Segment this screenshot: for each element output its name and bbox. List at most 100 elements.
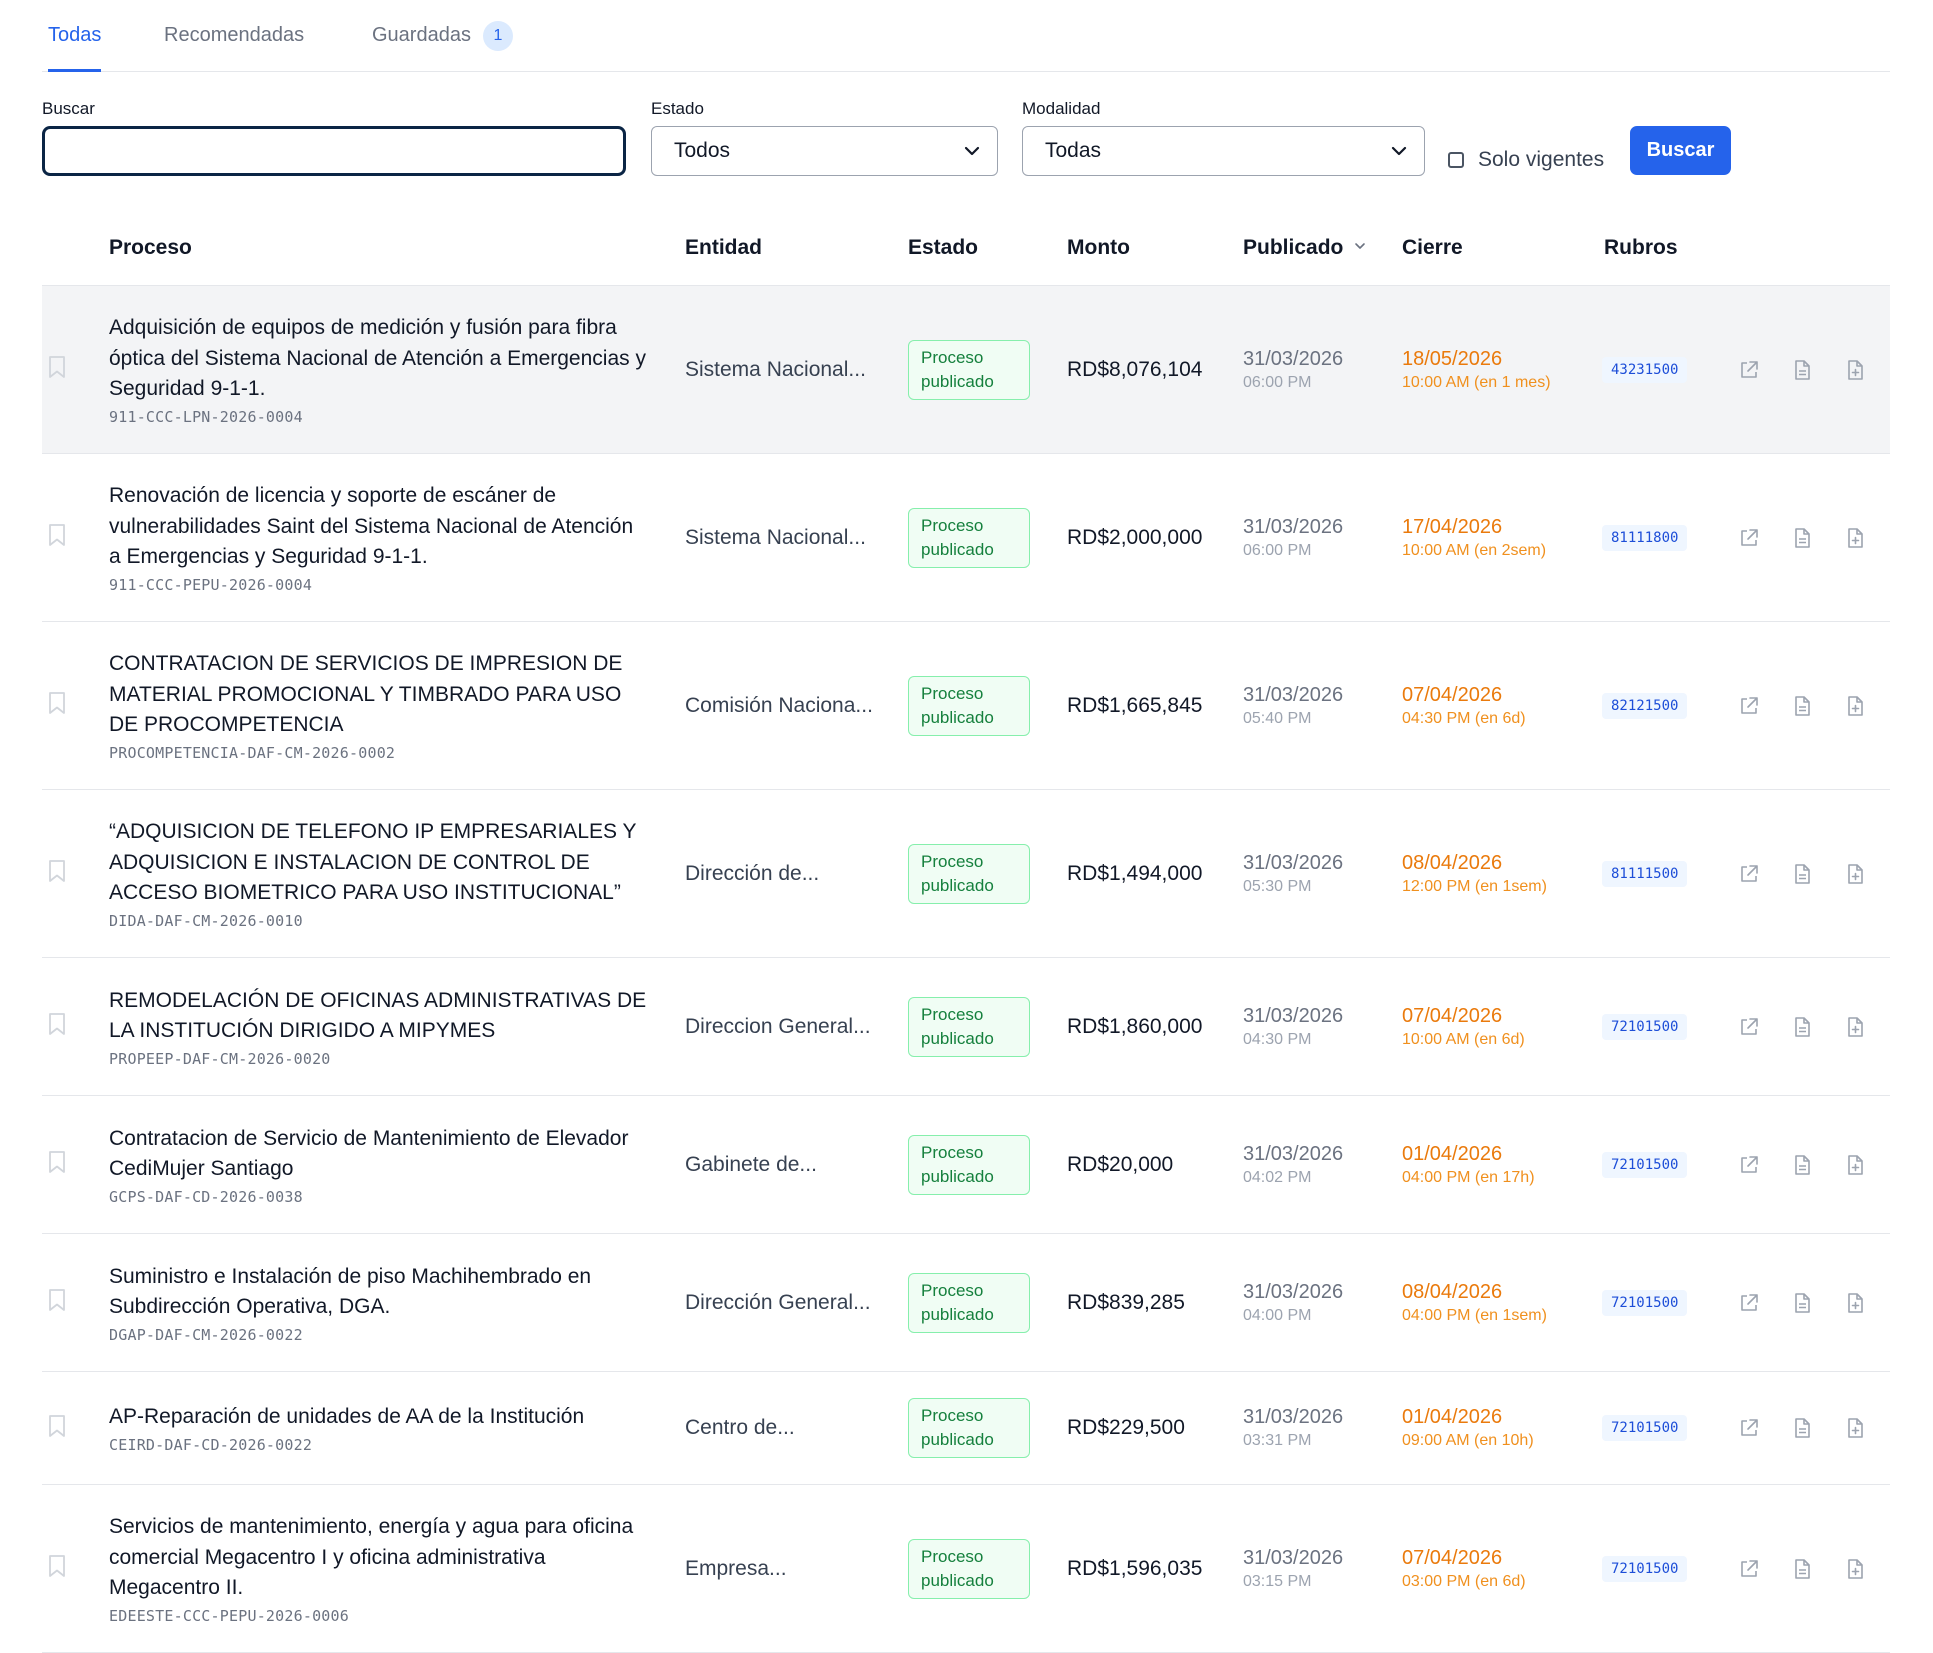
rubros-cell: 43231500 [1602, 286, 1712, 453]
proceso-cell: REMODELACIÓN DE OFICINAS ADMINISTRATIVAS… [109, 958, 649, 1095]
rubro-code-chip[interactable]: 72101500 [1602, 1415, 1688, 1441]
document-add-icon[interactable] [1844, 1015, 1866, 1039]
rubro-code-chip[interactable]: 81111800 [1602, 524, 1688, 551]
table-row[interactable]: AP-Reparación de unidades de AA de la In… [42, 1372, 1890, 1485]
column-header-cierre[interactable]: Cierre [1402, 236, 1463, 260]
table-row[interactable]: “ADQUISICION DE TELEFONO IP EMPRESARIALE… [42, 790, 1890, 958]
bookmark-button[interactable] [46, 286, 76, 453]
closing-date: 07/04/2026 [1402, 1546, 1503, 1569]
published-cell: 31/03/2026 05:30 PM [1243, 790, 1393, 957]
column-header-proceso[interactable]: Proceso [109, 236, 192, 260]
process-title[interactable]: Adquisición de equipos de medición y fus… [109, 313, 649, 405]
rubro-code-chip[interactable]: 82121500 [1602, 692, 1688, 719]
published-time: 04:30 PM [1243, 1030, 1312, 1048]
estado-select-value: Todos [674, 139, 731, 162]
document-icon[interactable] [1791, 1416, 1813, 1440]
document-icon[interactable] [1791, 526, 1813, 550]
document-add-icon[interactable] [1844, 1153, 1866, 1177]
page: Todas Recomendadas Guardadas 1 Buscar Es… [0, 0, 1933, 1653]
external-link-icon[interactable] [1738, 1015, 1760, 1039]
rubro-code-chip[interactable]: 72101500 [1602, 1151, 1688, 1178]
external-link-icon[interactable] [1738, 358, 1760, 382]
external-link-icon[interactable] [1738, 862, 1760, 886]
process-title[interactable]: Contratacion de Servicio de Mantenimient… [109, 1124, 649, 1185]
table-row[interactable]: REMODELACIÓN DE OFICINAS ADMINISTRATIVAS… [42, 958, 1890, 1096]
document-add-icon[interactable] [1844, 526, 1866, 550]
bookmark-button[interactable] [46, 1096, 76, 1233]
table-row[interactable]: Renovación de licencia y soporte de escá… [42, 454, 1890, 622]
tab-guardadas[interactable]: Guardadas 1 [372, 0, 513, 71]
document-add-icon[interactable] [1844, 1557, 1866, 1581]
amount: RD$839,285 [1067, 1290, 1185, 1314]
document-icon[interactable] [1791, 694, 1813, 718]
bookmark-button[interactable] [46, 958, 76, 1095]
document-add-icon[interactable] [1844, 358, 1866, 382]
status-badge: Proceso publicado [908, 339, 1030, 400]
external-link-icon[interactable] [1738, 1153, 1760, 1177]
buscar-button[interactable]: Buscar [1630, 126, 1731, 175]
search-input[interactable] [42, 126, 626, 176]
closing-date: 01/04/2026 [1402, 1406, 1503, 1428]
document-icon[interactable] [1791, 862, 1813, 886]
tab-todas[interactable]: Todas [48, 0, 102, 72]
bookmark-button[interactable] [46, 790, 76, 957]
column-header-entidad[interactable]: Entidad [685, 236, 762, 260]
table-row[interactable]: CONTRATACION DE SERVICIOS DE IMPRESION D… [42, 622, 1890, 790]
solo-vigentes-toggle[interactable]: Solo vigentes [1448, 148, 1604, 172]
rubro-code-chip[interactable]: 72101500 [1602, 1555, 1688, 1582]
external-link-icon[interactable] [1738, 1416, 1760, 1440]
document-icon[interactable] [1791, 1153, 1813, 1177]
entity-name: Direccion General... [685, 1014, 871, 1038]
estado-cell: Proceso publicado [908, 958, 1034, 1095]
bookmark-button[interactable] [46, 622, 76, 789]
external-link-icon[interactable] [1738, 1291, 1760, 1315]
column-header-monto[interactable]: Monto [1067, 236, 1130, 260]
process-title[interactable]: AP-Reparación de unidades de AA de la In… [109, 1402, 649, 1433]
rubros-cell: 82121500 [1602, 622, 1712, 789]
bookmark-button[interactable] [46, 1234, 76, 1371]
row-actions [1740, 286, 1892, 453]
table-row[interactable]: Suministro e Instalación de piso Machihe… [42, 1234, 1890, 1372]
rubro-code-chip[interactable]: 43231500 [1602, 356, 1688, 383]
solo-vigentes-checkbox[interactable] [1448, 152, 1464, 168]
document-add-icon[interactable] [1844, 1416, 1866, 1440]
bookmark-button[interactable] [46, 1485, 76, 1652]
rubro-code-chip[interactable]: 72101500 [1602, 1013, 1688, 1040]
tab-recomendadas[interactable]: Recomendadas [164, 0, 304, 71]
external-link-icon[interactable] [1738, 1557, 1760, 1581]
document-add-icon[interactable] [1844, 1291, 1866, 1315]
bookmark-button[interactable] [46, 1372, 76, 1484]
closing-time: 03:00 PM (en 6d) [1402, 1572, 1526, 1590]
column-header-rubros[interactable]: Rubros [1604, 236, 1678, 260]
document-add-icon[interactable] [1844, 862, 1866, 886]
process-title[interactable]: “ADQUISICION DE TELEFONO IP EMPRESARIALE… [109, 817, 649, 909]
estado-select[interactable]: Todos [651, 126, 998, 176]
table-row[interactable]: Servicios de mantenimiento, energía y ag… [42, 1485, 1890, 1653]
bookmark-button[interactable] [46, 454, 76, 621]
rubro-code-chip[interactable]: 81111500 [1602, 860, 1688, 887]
published-cell: 31/03/2026 06:00 PM [1243, 454, 1393, 621]
closing-time: 09:00 AM (en 10h) [1402, 1432, 1534, 1449]
document-icon[interactable] [1791, 1557, 1813, 1581]
external-link-icon[interactable] [1738, 694, 1760, 718]
entity-name: Sistema Nacional... [685, 525, 866, 549]
document-add-icon[interactable] [1844, 694, 1866, 718]
table-row[interactable]: Adquisición de equipos de medición y fus… [42, 286, 1890, 454]
process-title[interactable]: CONTRATACION DE SERVICIOS DE IMPRESION D… [109, 649, 649, 741]
table-row[interactable]: Contratacion de Servicio de Mantenimient… [42, 1096, 1890, 1234]
document-icon[interactable] [1791, 1015, 1813, 1039]
rubro-code-chip[interactable]: 72101500 [1602, 1289, 1688, 1316]
process-title[interactable]: REMODELACIÓN DE OFICINAS ADMINISTRATIVAS… [109, 986, 649, 1047]
entity-name: Comisión Naciona... [685, 693, 873, 717]
process-title[interactable]: Suministro e Instalación de piso Machihe… [109, 1262, 649, 1323]
modalidad-select[interactable]: Todas [1022, 126, 1425, 176]
document-icon[interactable] [1791, 1291, 1813, 1315]
column-header-publicado[interactable]: Publicado [1243, 236, 1369, 260]
process-title[interactable]: Servicios de mantenimiento, energía y ag… [109, 1512, 649, 1604]
published-date: 31/03/2026 [1243, 515, 1344, 538]
estado-cell: Proceso publicado [908, 790, 1034, 957]
document-icon[interactable] [1791, 358, 1813, 382]
column-header-estado[interactable]: Estado [908, 236, 978, 260]
process-title[interactable]: Renovación de licencia y soporte de escá… [109, 481, 649, 573]
external-link-icon[interactable] [1738, 526, 1760, 550]
